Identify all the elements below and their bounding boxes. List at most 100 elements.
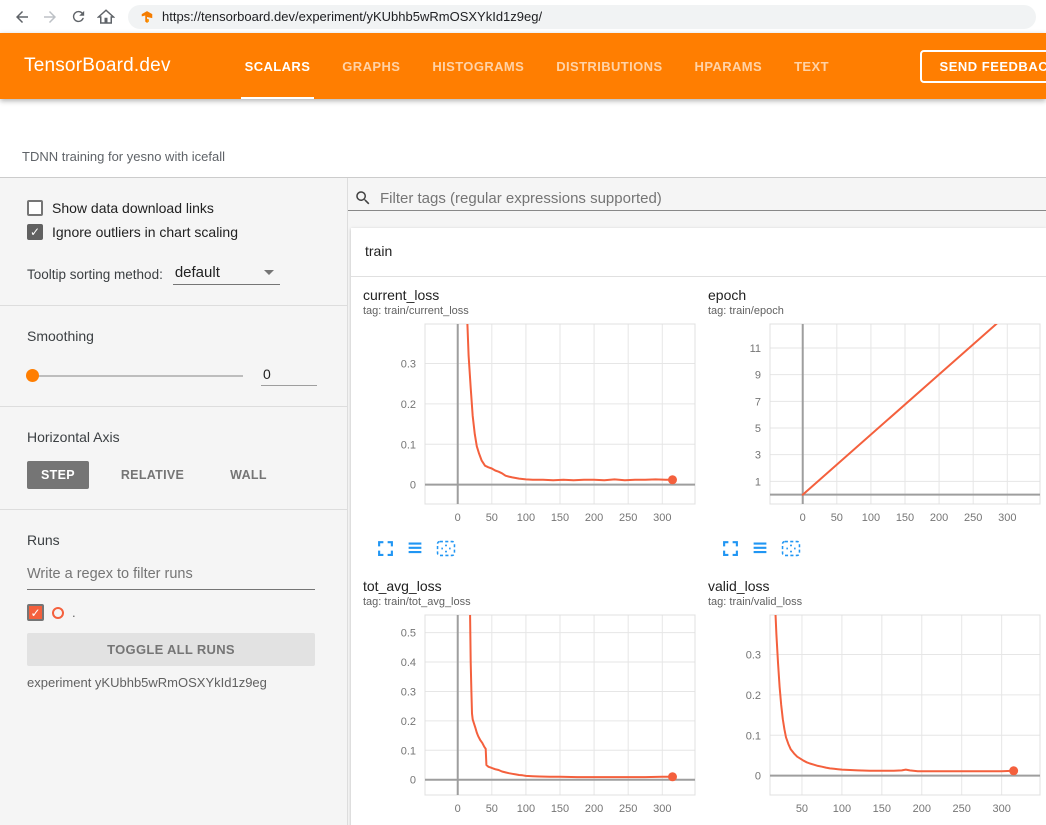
chart-canvas[interactable]: 00.10.20.30.40.5050100150200250300 bbox=[363, 613, 699, 825]
main-panel: train current_losstag: train/current_los… bbox=[348, 178, 1046, 825]
tab-histograms[interactable]: HISTOGRAMS bbox=[416, 33, 540, 99]
chart-canvas[interactable]: 00.10.20.3050100150200250300 bbox=[363, 322, 699, 534]
tab-graphs[interactable]: GRAPHS bbox=[326, 33, 416, 99]
train-section-header[interactable]: train bbox=[351, 228, 1046, 277]
wall-axis-button[interactable]: WALL bbox=[216, 461, 281, 489]
smoothing-slider[interactable] bbox=[27, 375, 243, 377]
expand-chart-icon[interactable] bbox=[722, 540, 739, 558]
svg-text:3: 3 bbox=[755, 450, 761, 462]
chart-title: epoch bbox=[708, 287, 1045, 304]
browser-toolbar: https://tensorboard.dev/experiment/yKUbh… bbox=[0, 0, 1046, 33]
brand-title: TensorBoard.dev bbox=[24, 55, 171, 77]
svg-text:0: 0 bbox=[755, 771, 761, 783]
chart-block-epoch: epochtag: train/epoch1357911050100150200… bbox=[708, 287, 1045, 558]
svg-text:300: 300 bbox=[998, 512, 1016, 524]
smoothing-value[interactable]: 0 bbox=[261, 366, 317, 386]
chevron-down-icon bbox=[264, 270, 274, 275]
run-color-icon bbox=[52, 607, 64, 619]
experiment-title: TDNN training for yesno with icefall bbox=[22, 149, 225, 164]
run-checkbox[interactable] bbox=[27, 604, 44, 621]
runs-regex-input[interactable] bbox=[27, 562, 315, 590]
chart-title: valid_loss bbox=[708, 578, 1045, 595]
chart-tag: tag: train/valid_loss bbox=[708, 595, 1045, 609]
send-feedback-button[interactable]: SEND FEEDBACK bbox=[920, 50, 1046, 83]
svg-text:50: 50 bbox=[486, 512, 498, 524]
svg-text:0.4: 0.4 bbox=[401, 657, 416, 669]
reload-icon[interactable] bbox=[66, 5, 90, 29]
svg-text:250: 250 bbox=[964, 512, 982, 524]
tooltip-sorting-dropdown[interactable]: default bbox=[173, 262, 280, 285]
tab-text[interactable]: TEXT bbox=[778, 33, 845, 99]
run-row[interactable]: . bbox=[27, 604, 317, 621]
svg-text:0.2: 0.2 bbox=[401, 399, 416, 411]
filter-tags-input[interactable] bbox=[380, 190, 1040, 207]
svg-text:150: 150 bbox=[551, 512, 569, 524]
expand-chart-icon[interactable] bbox=[377, 540, 394, 558]
ignore-outliers-checkbox[interactable]: Ignore outliers in chart scaling bbox=[27, 224, 317, 240]
svg-text:300: 300 bbox=[992, 803, 1010, 815]
svg-text:250: 250 bbox=[619, 512, 637, 524]
tab-scalars[interactable]: SCALARS bbox=[229, 33, 327, 99]
svg-text:50: 50 bbox=[796, 803, 808, 815]
chart-actions bbox=[708, 540, 1045, 558]
svg-text:11: 11 bbox=[750, 343, 761, 355]
svg-text:250: 250 bbox=[953, 803, 971, 815]
svg-text:250: 250 bbox=[619, 803, 637, 815]
svg-text:150: 150 bbox=[896, 512, 914, 524]
svg-text:200: 200 bbox=[930, 512, 948, 524]
fit-domain-icon[interactable] bbox=[781, 540, 801, 558]
slider-thumb[interactable] bbox=[26, 369, 39, 382]
checkbox-checked-icon[interactable] bbox=[27, 224, 43, 240]
checkbox-unchecked-icon[interactable] bbox=[27, 200, 43, 216]
chart-block-current_loss: current_losstag: train/current_loss00.10… bbox=[363, 287, 700, 558]
fit-domain-icon[interactable] bbox=[436, 540, 456, 558]
url-bar[interactable]: https://tensorboard.dev/experiment/yKUbh… bbox=[128, 5, 1036, 29]
experiment-id-note: experiment yKUbhb5wRmOSXYkId1z9eg bbox=[27, 675, 317, 690]
nav-tabs: SCALARS GRAPHS HISTOGRAMS DISTRIBUTIONS … bbox=[229, 33, 845, 99]
general-settings-section: Show data download links Ignore outliers… bbox=[0, 178, 347, 306]
svg-text:0.1: 0.1 bbox=[746, 730, 761, 742]
svg-text:300: 300 bbox=[653, 512, 671, 524]
toggle-y-axis-icon[interactable] bbox=[751, 540, 769, 558]
svg-text:200: 200 bbox=[585, 512, 603, 524]
chart-title: tot_avg_loss bbox=[363, 578, 700, 595]
svg-text:100: 100 bbox=[517, 803, 535, 815]
svg-text:7: 7 bbox=[755, 396, 761, 408]
svg-text:50: 50 bbox=[486, 803, 498, 815]
home-icon[interactable] bbox=[94, 5, 118, 29]
chart-canvas[interactable]: 1357911050100150200250300 bbox=[708, 322, 1044, 534]
svg-text:300: 300 bbox=[653, 803, 671, 815]
chart-title: current_loss bbox=[363, 287, 700, 304]
toggle-y-axis-icon[interactable] bbox=[406, 540, 424, 558]
tab-distributions[interactable]: DISTRIBUTIONS bbox=[540, 33, 678, 99]
experiment-bar: TDNN training for yesno with icefall bbox=[0, 99, 1046, 178]
forward-icon[interactable] bbox=[38, 5, 62, 29]
run-name: . bbox=[72, 605, 76, 620]
train-section-title: train bbox=[365, 243, 392, 259]
svg-text:0.2: 0.2 bbox=[401, 716, 416, 728]
svg-text:150: 150 bbox=[551, 803, 569, 815]
back-icon[interactable] bbox=[10, 5, 34, 29]
chart-tag: tag: train/tot_avg_loss bbox=[363, 595, 700, 609]
show-download-links-checkbox[interactable]: Show data download links bbox=[27, 200, 317, 216]
toggle-all-runs-button[interactable]: TOGGLE ALL RUNS bbox=[27, 633, 315, 666]
app-header: TensorBoard.dev SCALARS GRAPHS HISTOGRAM… bbox=[0, 33, 1046, 99]
svg-text:0.1: 0.1 bbox=[401, 745, 416, 757]
horizontal-axis-section: Horizontal Axis STEP RELATIVE WALL bbox=[0, 407, 347, 510]
svg-text:200: 200 bbox=[585, 803, 603, 815]
svg-text:0.3: 0.3 bbox=[401, 359, 416, 371]
step-axis-button[interactable]: STEP bbox=[27, 461, 89, 489]
charts-grid: current_losstag: train/current_loss00.10… bbox=[351, 277, 1046, 825]
runs-section: Runs . TOGGLE ALL RUNS experiment yKUbhb… bbox=[0, 510, 347, 710]
train-card: train current_losstag: train/current_los… bbox=[351, 228, 1046, 825]
tab-hparams[interactable]: HPARAMS bbox=[679, 33, 779, 99]
smoothing-label: Smoothing bbox=[27, 328, 317, 344]
chart-canvas[interactable]: 00.10.20.350100150200250300 bbox=[708, 613, 1044, 825]
svg-text:0.5: 0.5 bbox=[401, 628, 416, 640]
relative-axis-button[interactable]: RELATIVE bbox=[107, 461, 198, 489]
svg-text:5: 5 bbox=[755, 423, 761, 435]
svg-text:200: 200 bbox=[913, 803, 931, 815]
svg-text:100: 100 bbox=[517, 512, 535, 524]
tensorboard-logo-icon bbox=[140, 10, 154, 24]
smoothing-section: Smoothing 0 bbox=[0, 306, 347, 407]
